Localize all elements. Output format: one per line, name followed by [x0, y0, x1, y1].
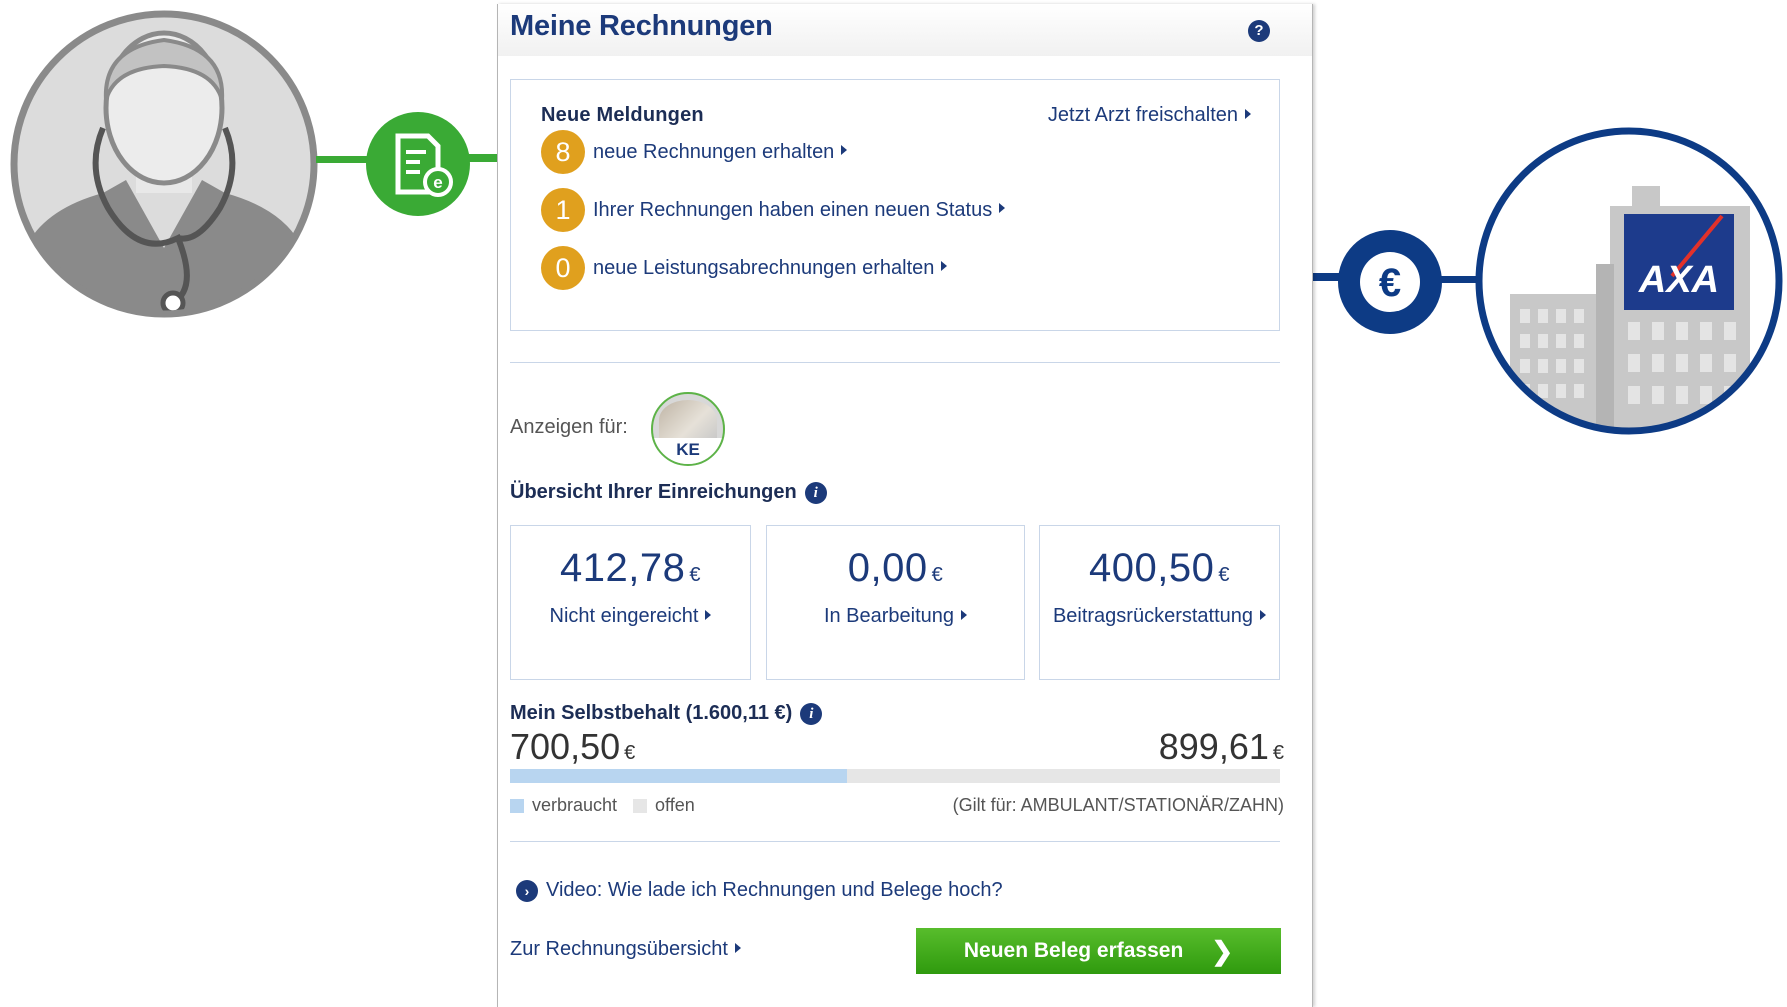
unlock-doctor-link[interactable]: Jetzt Arzt freischalten — [1048, 104, 1251, 127]
submissions-title-text: Übersicht Ihrer Einreichungen — [510, 481, 797, 503]
count-badge: 8 — [541, 130, 585, 174]
kpi-unit: € — [689, 564, 701, 586]
axa-logo-text: AXA — [1638, 259, 1719, 301]
show-for-label: Anzeigen für: — [510, 416, 628, 438]
open-unit: € — [1272, 742, 1284, 764]
kpi-amount: 0,00 — [847, 546, 928, 590]
invoice-overview-label: Zur Rechnungsübersicht — [510, 938, 728, 960]
kpi-card-refund[interactable]: 400,50 € Beitragsrückerstattung — [1039, 525, 1280, 680]
notification-item-status[interactable]: 1 Ihrer Rechnungen haben einen neuen Sta… — [541, 188, 1006, 232]
e-invoice-icon: e — [366, 112, 470, 216]
new-receipt-button[interactable]: Neuen Beleg erfassen ❯ — [916, 928, 1281, 974]
legend-swatch-used — [510, 798, 524, 813]
invoice-overview-link[interactable]: Zur Rechnungsübersicht — [510, 938, 741, 961]
panel-header: Meine Rechnungen ? — [498, 4, 1312, 56]
deductible-open-amount: 899,61 € — [1159, 726, 1284, 768]
deductible-title: Mein Selbstbehalt (1.600,11 €) i — [510, 702, 823, 725]
deductible-legend: verbraucht offen — [510, 795, 695, 816]
deductible-progress-fill — [510, 769, 848, 783]
info-icon[interactable]: i — [800, 702, 823, 725]
question-icon[interactable]: ? — [1248, 20, 1270, 42]
deductible-used-amount: 700,50 € — [510, 726, 635, 768]
kpi-value: 400,50 € — [1040, 546, 1279, 591]
unlock-doctor-label: Jetzt Arzt freischalten — [1047, 104, 1238, 126]
notifications-title: Neue Meldungen — [541, 104, 704, 126]
notification-text: neue Leistungsabrechnungen erhalten — [593, 256, 935, 279]
divider — [510, 362, 1280, 363]
count-badge: 1 — [541, 188, 585, 232]
kpi-value: 0,00 € — [767, 546, 1024, 591]
kpi-label-text: In Bearbeitung — [823, 605, 955, 627]
caret-right-icon — [1260, 609, 1267, 620]
kpi-amount: 412,78 — [560, 546, 686, 590]
avatar-initials: KE — [653, 438, 723, 464]
caret-right-icon — [961, 609, 968, 620]
euro-icon: € — [1338, 230, 1442, 334]
page-title: Meine Rechnungen — [510, 10, 773, 42]
legend-open-label: offen — [655, 795, 695, 815]
avatar-photo — [659, 400, 717, 440]
kpi-card-not-submitted[interactable]: 412,78 € Nicht eingereicht — [510, 525, 751, 680]
svg-text:€: € — [1379, 261, 1401, 305]
caret-right-icon — [841, 145, 848, 155]
kpi-unit: € — [1218, 564, 1230, 586]
svg-text:e: e — [433, 173, 442, 192]
applies-to-note: (Gilt für: AMBULANT/STATIONÄR/ZAHN) — [952, 795, 1284, 815]
notification-item-statements[interactable]: 0 neue Leistungsabrechnungen erhalten — [541, 246, 948, 290]
kpi-label: Nicht eingereicht — [511, 605, 750, 628]
kpi-label-text: Beitragsrückerstattung — [1052, 605, 1254, 627]
submissions-title: Übersicht Ihrer Einreichungen i — [510, 481, 827, 504]
new-receipt-label: Neuen Beleg erfassen — [963, 939, 1184, 962]
notification-text: Ihrer Rechnungen haben einen neuen Statu… — [593, 198, 993, 221]
blue-connector — [1440, 276, 1476, 283]
kpi-label: In Bearbeitung — [767, 605, 1024, 628]
legend-used-label: verbraucht — [532, 795, 618, 815]
notifications-box: Neue Meldungen Jetzt Arzt freischalten 8… — [510, 79, 1280, 331]
info-icon[interactable]: i — [804, 481, 827, 504]
video-link[interactable]: › Video: Wie lade ich Rechnungen und Bel… — [516, 879, 1003, 902]
deductible-title-text: Mein Selbstbehalt (1.600,11 €) — [510, 702, 793, 724]
kpi-card-in-progress[interactable]: 0,00 € In Bearbeitung — [766, 525, 1025, 680]
invoices-panel: Meine Rechnungen ? Neue Meldungen Jetzt … — [497, 4, 1313, 1007]
deductible-progress-bar — [510, 769, 1280, 783]
used-value: 700,50 — [510, 726, 621, 767]
insurer-building-illustration: AXA — [1475, 127, 1783, 435]
legend-swatch-open — [633, 798, 648, 813]
kpi-unit: € — [931, 564, 944, 586]
divider — [510, 841, 1280, 842]
notification-text: neue Rechnungen erhalten — [593, 140, 835, 163]
caret-right-icon — [999, 203, 1006, 213]
caret-right-icon — [734, 942, 741, 953]
doctor-illustration — [10, 10, 318, 318]
chevron-right-icon: ❯ — [1211, 935, 1234, 966]
kpi-amount: 400,50 — [1089, 546, 1215, 590]
caret-right-icon — [941, 261, 948, 271]
open-value: 899,61 — [1158, 726, 1269, 767]
kpi-label-text: Nicht eingereicht — [549, 605, 699, 627]
kpi-label: Beitragsrückerstattung — [1040, 605, 1279, 628]
caret-right-icon — [705, 609, 712, 620]
kpi-value: 412,78 € — [511, 546, 750, 591]
notification-item-new-invoices[interactable]: 8 neue Rechnungen erhalten — [541, 130, 848, 174]
count-badge: 0 — [541, 246, 585, 290]
used-unit: € — [624, 742, 636, 764]
circle-chevron-icon: › — [516, 879, 538, 902]
caret-right-icon — [1245, 108, 1251, 119]
avatar[interactable]: KE — [651, 392, 725, 466]
video-link-label: Video: Wie lade ich Rechnungen und Beleg… — [546, 879, 1003, 901]
